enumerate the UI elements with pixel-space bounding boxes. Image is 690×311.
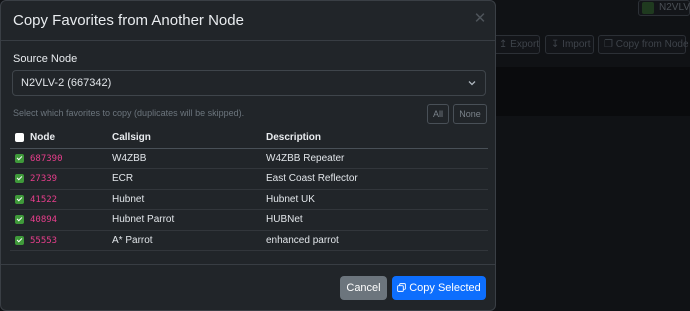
copy-icon: [397, 282, 407, 292]
row-checkbox[interactable]: [15, 174, 24, 184]
background-panel: [491, 67, 690, 116]
import-button[interactable]: ↧ Import: [545, 35, 594, 54]
row-checkbox-cell: [10, 209, 30, 231]
node-number: 40894: [30, 215, 58, 226]
select-all-button[interactable]: All: [427, 104, 449, 124]
node-cell: 40894: [30, 209, 112, 231]
export-label: Export: [510, 39, 540, 50]
description-cell: W4ZBB Repeater: [266, 148, 488, 169]
row-checkbox[interactable]: [15, 235, 24, 245]
column-header-node: Node: [30, 128, 112, 149]
node-cell: 41522: [30, 189, 112, 210]
export-button[interactable]: ↥ Export: [493, 35, 540, 54]
import-label: Import: [562, 39, 591, 50]
row-checkbox-cell: [10, 230, 30, 251]
description-cell: Hubnet UK: [266, 189, 488, 210]
table-header-row: Node Callsign Description: [10, 128, 488, 149]
row-checkbox[interactable]: [15, 153, 24, 163]
callsign-cell: ECR: [112, 168, 266, 190]
source-node-value: N2VLV-2 (667342): [21, 77, 112, 89]
description-cell: HUBNet: [266, 209, 488, 231]
chevron-down-icon: [468, 81, 476, 86]
header-checkbox-cell: [10, 128, 30, 149]
user-badge[interactable]: N2VLV: [638, 0, 690, 16]
favorites-table: Node Callsign Description 687390 W4ZBB W…: [10, 128, 488, 251]
help-text: Select which favorites to copy (duplicat…: [13, 108, 245, 118]
table-row[interactable]: 55553 A* Parrot enhanced parrot: [10, 230, 488, 251]
copy-selected-label: Copy Selected: [409, 282, 481, 294]
table-row[interactable]: 40894 Hubnet Parrot HUBNet: [10, 209, 488, 231]
node-cell: 27339: [30, 168, 112, 190]
table-row[interactable]: 27339 ECR East Coast Reflector: [10, 168, 488, 190]
user-label: N2VLV: [659, 2, 690, 13]
row-checkbox-cell: [10, 148, 30, 169]
select-none-button[interactable]: None: [453, 104, 487, 124]
modal-header: Copy Favorites from Another Node ✕: [1, 1, 495, 41]
column-header-callsign: Callsign: [112, 128, 266, 149]
modal-title: Copy Favorites from Another Node: [13, 12, 244, 29]
callsign-cell: W4ZBB: [112, 148, 266, 169]
row-checkbox[interactable]: [15, 194, 24, 204]
close-icon[interactable]: ✕: [473, 11, 487, 26]
copy-selected-button[interactable]: Copy Selected: [392, 276, 486, 300]
node-number: 27339: [30, 174, 58, 185]
select-all-checkbox[interactable]: [15, 133, 24, 143]
row-checkbox-cell: [10, 168, 30, 190]
source-node-select[interactable]: N2VLV-2 (667342): [12, 70, 486, 96]
node-number: 687390: [30, 153, 63, 164]
node-cell: 55553: [30, 230, 112, 251]
column-header-description: Description: [266, 128, 488, 149]
node-cell: 687390: [30, 148, 112, 169]
copy-from-node-label: Copy from Node: [615, 39, 689, 50]
table-row[interactable]: 687390 W4ZBB W4ZBB Repeater: [10, 148, 488, 169]
node-number: 41522: [30, 194, 58, 205]
cancel-button[interactable]: Cancel: [340, 276, 387, 300]
description-cell: East Coast Reflector: [266, 168, 488, 190]
callsign-cell: Hubnet Parrot: [112, 209, 266, 231]
copy-from-node-button[interactable]: ❐ Copy from Node: [598, 35, 689, 54]
node-number: 55553: [30, 235, 58, 246]
source-node-label: Source Node: [13, 53, 78, 65]
table-row[interactable]: 41522 Hubnet Hubnet UK: [10, 189, 488, 210]
row-checkbox-cell: [10, 189, 30, 210]
callsign-cell: Hubnet: [112, 189, 266, 210]
node-logo-icon: [642, 2, 654, 14]
callsign-cell: A* Parrot: [112, 230, 266, 251]
description-cell: enhanced parrot: [266, 230, 488, 251]
copy-favorites-modal: Copy Favorites from Another Node ✕ Sourc…: [0, 0, 496, 311]
row-checkbox[interactable]: [15, 215, 24, 225]
